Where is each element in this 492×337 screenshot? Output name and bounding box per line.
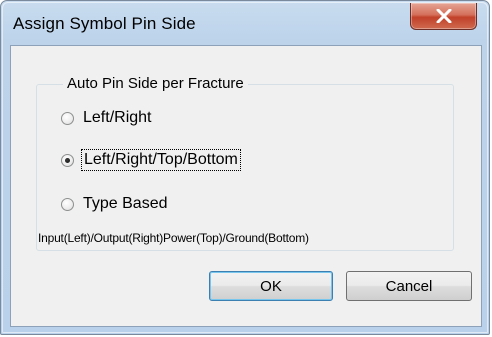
radio-button[interactable] — [61, 197, 74, 211]
radio-label-type-based: Type Based — [83, 195, 168, 212]
radio-label-left-right-top-bottom: Left/Right/Top/Bottom — [81, 149, 241, 171]
dialog-client-area: Auto Pin Side per Fracture Left/Right Le… — [10, 45, 482, 327]
radio-type-based[interactable]: Type Based — [61, 193, 168, 215]
dialog-window: Assign Symbol Pin Side Auto Pin Side per… — [0, 0, 490, 335]
radio-label-left-right: Left/Right — [83, 109, 152, 126]
radio-button-selected[interactable] — [61, 153, 74, 167]
close-icon — [436, 9, 452, 23]
window-title: Assign Symbol Pin Side — [13, 14, 196, 33]
groupbox-legend: Auto Pin Side per Fracture — [63, 75, 248, 92]
close-button[interactable] — [410, 3, 477, 30]
radio-button[interactable] — [61, 111, 74, 125]
radio-left-right[interactable]: Left/Right — [61, 107, 151, 129]
type-based-description: Input(Left)/Output(Right)Power(Top)/Grou… — [38, 231, 309, 245]
radio-left-right-top-bottom[interactable]: Left/Right/Top/Bottom — [61, 149, 241, 171]
ok-button[interactable]: OK — [209, 271, 333, 301]
cancel-button[interactable]: Cancel — [346, 271, 472, 301]
